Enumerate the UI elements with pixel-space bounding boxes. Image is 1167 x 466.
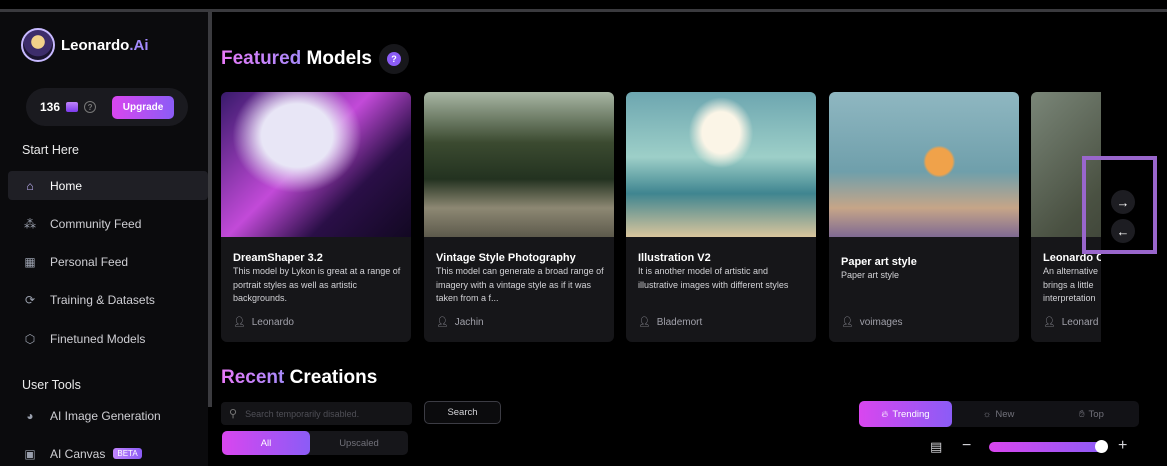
beta-badge: BETA	[113, 448, 142, 459]
sidebar-item-community-feed[interactable]: ⁂ Community Feed	[8, 209, 208, 238]
brand-name: Leonardo.Ai	[61, 36, 149, 54]
sidebar-item-training-datasets[interactable]: ⟳ Training & Datasets	[8, 285, 208, 314]
brand-avatar-icon	[21, 28, 55, 62]
model-title: Paper art style	[841, 256, 917, 268]
search-button[interactable]: Search	[424, 401, 501, 424]
model-author: 👤︎ Leonardo	[233, 317, 294, 328]
model-thumbnail	[829, 92, 1019, 237]
flame-icon: 🔥︎	[881, 408, 889, 420]
info-icon: ?	[387, 52, 401, 66]
sort-trending-button[interactable]: 🔥︎ Trending	[859, 401, 952, 427]
credits-panel: 136 ? Upgrade	[26, 88, 188, 126]
sort-new-button[interactable]: ☼ New	[952, 401, 1045, 427]
zoom-slider-handle[interactable]	[1095, 440, 1108, 453]
canvas-icon: ▣	[24, 446, 36, 461]
arrow-left-icon: ←	[1116, 223, 1130, 239]
home-icon: ⌂	[26, 178, 34, 193]
model-title: DreamShaper 3.2	[233, 252, 323, 264]
sidebar-item-label: Home	[50, 178, 83, 193]
model-author: 👤︎ Blademort	[638, 317, 703, 328]
model-thumbnail	[221, 92, 411, 237]
zoom-in-button[interactable]: +	[1118, 437, 1127, 455]
training-icon: ⟳	[24, 292, 36, 307]
model-card-dreamshaper[interactable]: DreamShaper 3.2 This model by Lykon is g…	[221, 92, 411, 342]
sidebar	[0, 12, 208, 466]
sidebar-item-finetuned-models[interactable]: ⬡ Finetuned Models	[8, 324, 208, 353]
model-title: Illustration V2	[638, 252, 711, 264]
filter-toggle: All Upscaled	[222, 431, 408, 455]
recent-creations-title: Recent Creations	[221, 367, 378, 388]
community-icon: ⁂	[24, 216, 36, 231]
sidebar-item-ai-image-generation[interactable]: ◕ AI Image Generation	[8, 401, 208, 430]
info-button[interactable]: ?	[379, 44, 409, 74]
help-icon[interactable]: ?	[84, 101, 97, 113]
section-start-here: Start Here	[22, 143, 79, 157]
model-title: Vintage Style Photography	[436, 252, 576, 264]
zoom-out-button[interactable]: −	[962, 437, 971, 455]
grid-view-icon[interactable]: ▤	[930, 439, 942, 455]
sidebar-item-label: Training & Datasets	[50, 292, 155, 307]
brand-logo[interactable]: Leonardo.Ai	[21, 28, 149, 62]
sidebar-item-label: Personal Feed	[50, 254, 129, 269]
sidebar-item-home[interactable]: ⌂ Home	[8, 171, 208, 200]
upgrade-button[interactable]: Upgrade	[112, 95, 175, 119]
sidebar-item-label: Community Feed	[50, 216, 142, 231]
filter-all-button[interactable]: All	[222, 431, 310, 455]
sidebar-item-ai-canvas[interactable]: ▣ AI Canvas BETA	[8, 439, 208, 466]
user-icon: 👤︎	[233, 317, 246, 328]
sort-top-button[interactable]: ✋︎ Top	[1045, 401, 1138, 427]
model-card-paper-art[interactable]: Paper art style Paper art style 👤︎ voimag…	[829, 92, 1019, 342]
sidebar-scrollbar[interactable]	[208, 12, 212, 407]
grid-icon: ▦	[24, 254, 36, 269]
search-input[interactable]	[245, 408, 396, 419]
model-description: Paper art style	[841, 270, 900, 280]
user-icon: 👤︎	[1043, 317, 1056, 328]
arrow-right-icon: →	[1116, 194, 1130, 210]
model-author: 👤︎ voimages	[841, 317, 903, 328]
section-user-tools: User Tools	[22, 378, 81, 392]
thumb-icon: ✋︎	[1079, 408, 1085, 420]
sidebar-item-label: Finetuned Models	[50, 331, 146, 346]
sidebar-item-personal-feed[interactable]: ▦ Personal Feed	[8, 247, 208, 276]
model-description: An alternative brings a little interpret…	[1043, 266, 1099, 303]
token-icon	[66, 102, 79, 112]
user-icon: 👤︎	[841, 317, 854, 328]
sun-icon: ☼	[982, 408, 992, 420]
cube-icon: ⬡	[24, 331, 36, 346]
sidebar-item-label: AI Image Generation	[50, 408, 161, 423]
zoom-slider[interactable]	[989, 440, 1108, 453]
user-icon: 👤︎	[638, 317, 651, 328]
featured-models-title: Featured Models	[221, 48, 372, 69]
model-thumbnail	[626, 92, 816, 237]
user-icon: 👤︎	[436, 317, 449, 328]
model-author: 👤︎ Leonard	[1043, 317, 1099, 328]
search-icon: ⚲	[229, 408, 238, 420]
search-field[interactable]: ⚲	[221, 402, 412, 425]
model-thumbnail	[424, 92, 614, 237]
model-description: This model by Lykon is great at a range …	[233, 266, 401, 303]
sort-toggle: 🔥︎ Trending ☼ New ✋︎ Top	[859, 401, 1139, 427]
sidebar-item-label: AI Canvas	[50, 446, 106, 461]
carousel-next-button[interactable]: →	[1111, 190, 1135, 214]
filter-upscaled-button[interactable]: Upscaled	[310, 431, 408, 455]
credits-count: 136	[40, 100, 61, 114]
model-card-illustration-v2[interactable]: Illustration V2 It is another model of a…	[626, 92, 816, 342]
model-author: 👤︎ Jachin	[436, 317, 484, 328]
carousel-prev-button[interactable]: ←	[1111, 219, 1135, 243]
model-description: It is another model of artistic and illu…	[638, 266, 789, 290]
model-description: This model can generate a broad range of…	[436, 266, 604, 303]
palette-icon: ◕	[26, 408, 34, 423]
model-card-vintage-photography[interactable]: Vintage Style Photography This model can…	[424, 92, 614, 342]
